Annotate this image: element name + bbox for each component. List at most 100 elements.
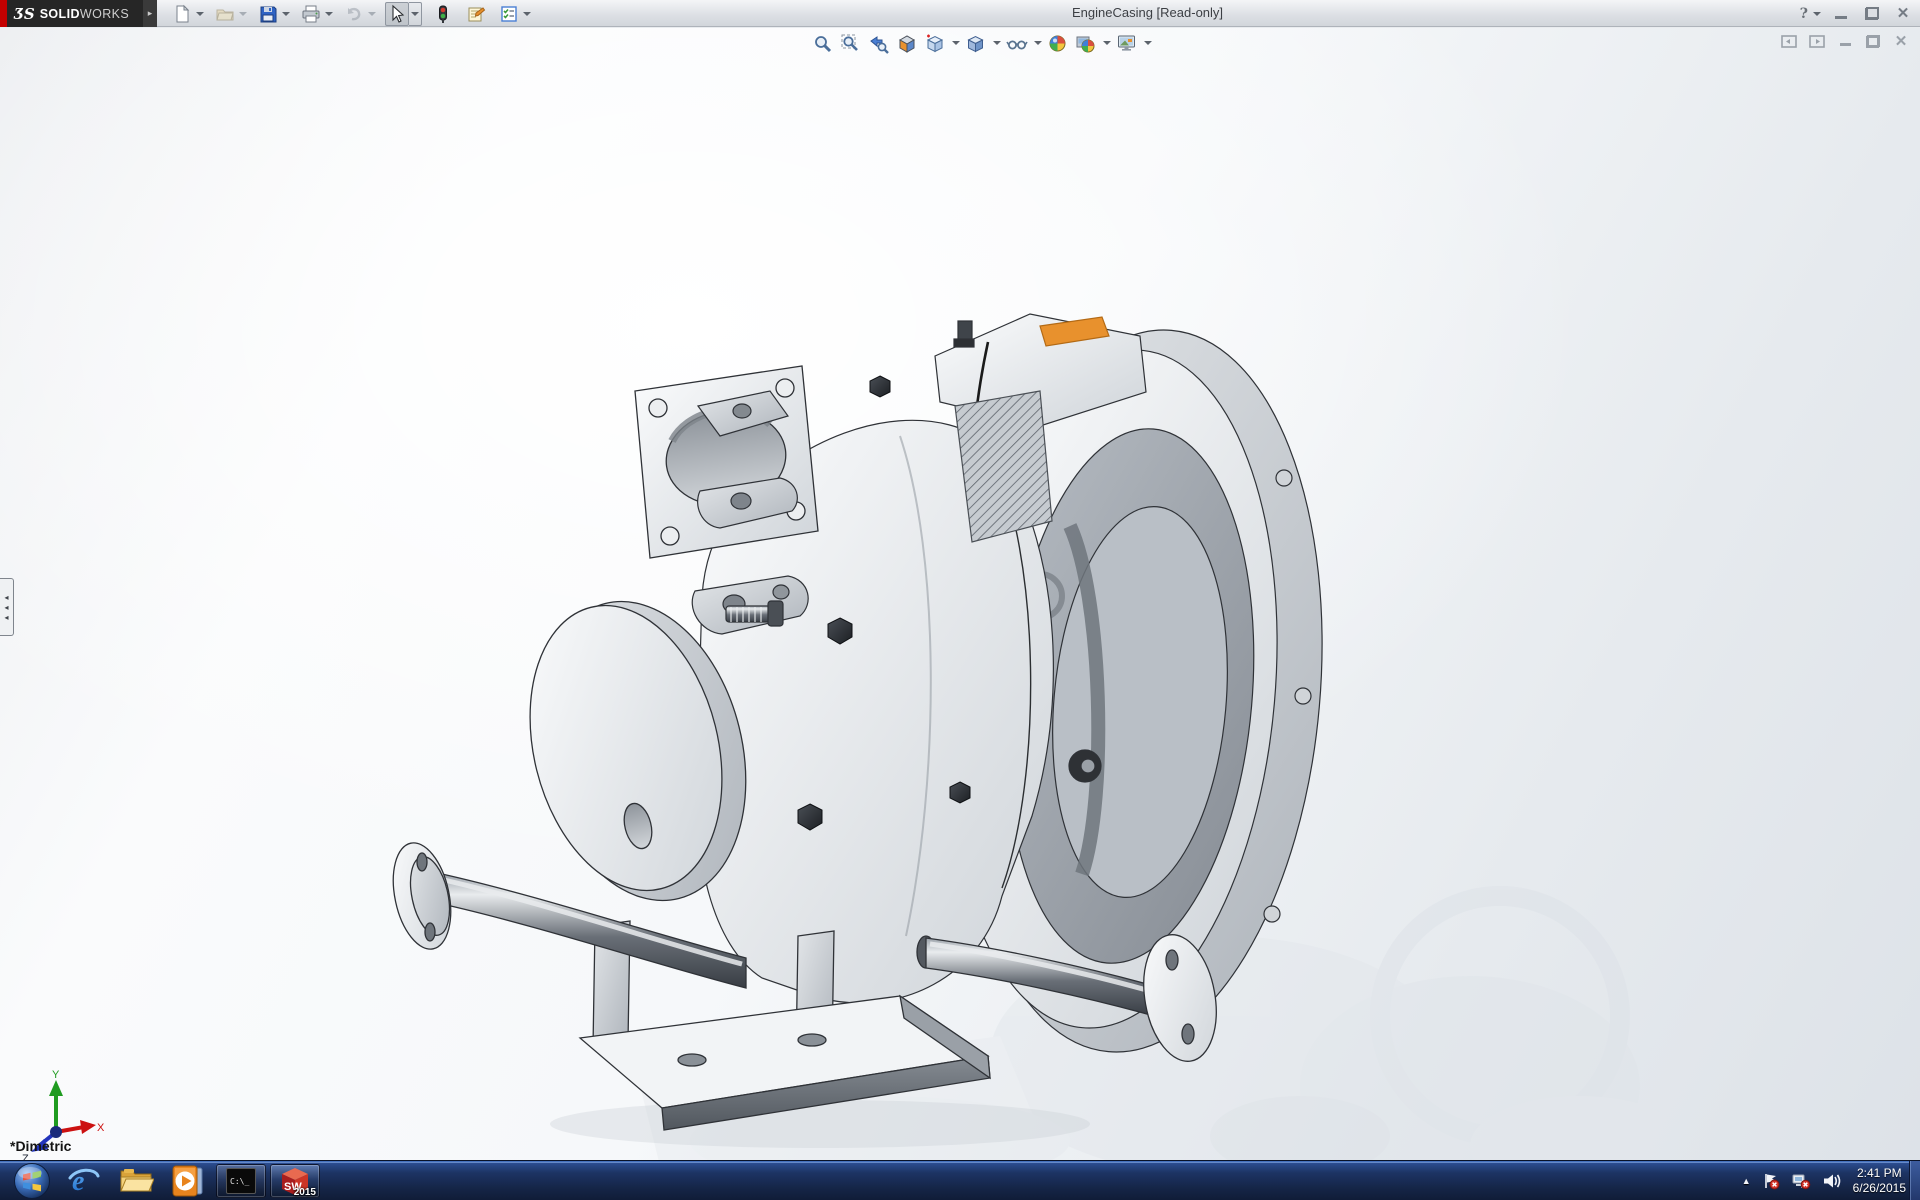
taskbar: e — [0, 1160, 1920, 1200]
save-dropdown[interactable] — [282, 12, 290, 16]
show-hidden-icons-button[interactable]: ▲ — [1742, 1176, 1751, 1186]
file-properties-button[interactable] — [464, 2, 488, 26]
document-window-controls: ✕ — [1780, 33, 1910, 49]
view-settings-dropdown[interactable] — [1144, 41, 1152, 45]
solidworks-year-badge: 2015 — [294, 1187, 316, 1198]
display-pane-right-icon — [1809, 35, 1825, 48]
options-button[interactable] — [497, 2, 521, 26]
view-settings-button[interactable] — [1114, 31, 1139, 55]
solidworks-logo: ƷS SOLIDWORKS — [0, 0, 143, 27]
hide-show-items-dropdown[interactable] — [1034, 41, 1042, 45]
minimize-icon — [1835, 16, 1847, 19]
options-dropdown[interactable] — [523, 12, 531, 16]
start-button[interactable] — [6, 1161, 58, 1200]
display-style-button[interactable] — [963, 31, 988, 55]
minimize-document-icon — [1840, 43, 1851, 46]
volume-icon[interactable] — [1822, 1172, 1842, 1190]
previous-view-button[interactable] — [866, 31, 891, 55]
rebuild-traffic-light-icon — [433, 4, 453, 24]
apply-scene-button[interactable] — [1073, 31, 1098, 55]
solidworks-3ds-glyph: ƷS — [14, 5, 35, 23]
select-dropdown[interactable] — [409, 2, 422, 26]
apply-scene-icon — [1075, 33, 1096, 54]
taskbar-command-prompt[interactable]: C:\_ — [216, 1164, 266, 1198]
display-pane-right-toggle[interactable] — [1808, 33, 1826, 49]
print-icon — [301, 4, 321, 24]
edit-appearance-button[interactable] — [1045, 31, 1070, 55]
view-settings-icon — [1116, 33, 1137, 54]
title-bar: ƷS SOLIDWORKS ▸ — [0, 0, 1920, 27]
taskbar-internet-explorer[interactable]: e — [58, 1161, 110, 1200]
rebuild-button[interactable] — [431, 2, 455, 26]
zoom-to-area-button[interactable] — [838, 31, 863, 55]
window-controls: ? ✕ — [1800, 0, 1914, 27]
media-player-icon — [170, 1164, 206, 1198]
feature-manager-collapsed-tab[interactable]: ◂ ◂ ◂ — [0, 578, 14, 636]
close-button[interactable]: ✕ — [1892, 5, 1914, 23]
select-button[interactable] — [385, 2, 409, 26]
minimize-button[interactable] — [1830, 5, 1852, 23]
apply-scene-dropdown[interactable] — [1103, 41, 1111, 45]
folder-icon — [118, 1165, 154, 1197]
hide-show-items-button[interactable] — [1004, 31, 1029, 55]
save-icon — [258, 4, 278, 24]
section-view-button[interactable] — [894, 31, 919, 55]
new-document-dropdown[interactable] — [196, 12, 204, 16]
help-icon[interactable]: ? — [1800, 6, 1808, 22]
3d-model-engine-casing[interactable] — [340, 296, 1660, 1160]
desktop: ƷS SOLIDWORKS ▸ — [0, 0, 1920, 1200]
zoom-to-fit-icon — [812, 33, 833, 54]
collapse-arrow-icon: ◂ — [4, 603, 8, 612]
display-pane-left-icon — [1781, 35, 1797, 48]
view-orientation-button[interactable] — [922, 31, 947, 55]
print-dropdown[interactable] — [325, 12, 333, 16]
display-style-dropdown[interactable] — [993, 41, 1001, 45]
collapse-arrow-icon: ◂ — [4, 613, 8, 622]
network-disconnected-icon[interactable] — [1791, 1172, 1811, 1190]
minimize-document-button[interactable] — [1836, 33, 1854, 49]
menu-expand-tab[interactable]: ▸ — [143, 0, 157, 27]
restore-document-icon — [1867, 36, 1879, 47]
window-title: EngineCasing [Read-only] — [1072, 5, 1223, 20]
clock-date: 6/26/2015 — [1853, 1181, 1906, 1196]
taskbar-clock[interactable]: 2:41 PM 6/26/2015 — [1853, 1166, 1906, 1196]
taskbar-windows-explorer[interactable] — [110, 1161, 162, 1200]
restore-button[interactable] — [1861, 5, 1883, 23]
help-dropdown[interactable] — [1813, 12, 1821, 16]
show-desktop-button[interactable] — [1909, 1161, 1920, 1200]
taskbar-media-player[interactable] — [162, 1161, 214, 1200]
menu-expand-arrow-icon: ▸ — [148, 8, 153, 19]
zoom-to-area-icon — [840, 33, 861, 54]
view-orientation-dropdown[interactable] — [952, 41, 960, 45]
triad-y-label: Y — [52, 1069, 60, 1081]
close-document-button[interactable]: ✕ — [1892, 33, 1910, 49]
restore-document-button[interactable] — [1864, 33, 1882, 49]
display-style-icon — [965, 33, 986, 54]
internet-explorer-icon: e — [67, 1164, 101, 1198]
options-icon — [499, 4, 519, 24]
collapse-arrow-icon: ◂ — [4, 593, 8, 602]
solidworks-2015-icon: SW 2015 — [278, 1166, 312, 1196]
save-button[interactable] — [256, 2, 280, 26]
view-orientation-label: *Dimetric — [10, 1138, 71, 1154]
clock-time: 2:41 PM — [1853, 1166, 1906, 1181]
open-document-button[interactable] — [213, 2, 237, 26]
select-cursor-icon — [387, 4, 407, 24]
undo-dropdown[interactable] — [368, 12, 376, 16]
action-center-icon[interactable] — [1762, 1172, 1780, 1190]
taskbar-solidworks-2015[interactable]: SW 2015 — [270, 1164, 320, 1198]
open-document-icon — [215, 4, 235, 24]
graphics-viewport[interactable]: ✕ ◂ ◂ ◂ — [0, 28, 1920, 1160]
main-toolbar — [170, 0, 540, 27]
hide-show-items-glasses-icon — [1006, 33, 1028, 54]
new-document-button[interactable] — [170, 2, 194, 26]
triad-x-label: X — [97, 1122, 105, 1134]
zoom-to-fit-button[interactable] — [810, 31, 835, 55]
undo-icon — [344, 4, 364, 24]
open-document-dropdown[interactable] — [239, 12, 247, 16]
print-button[interactable] — [299, 2, 323, 26]
file-properties-icon — [466, 4, 486, 24]
undo-button[interactable] — [342, 2, 366, 26]
display-pane-left-toggle[interactable] — [1780, 33, 1798, 49]
previous-view-icon — [868, 33, 889, 54]
